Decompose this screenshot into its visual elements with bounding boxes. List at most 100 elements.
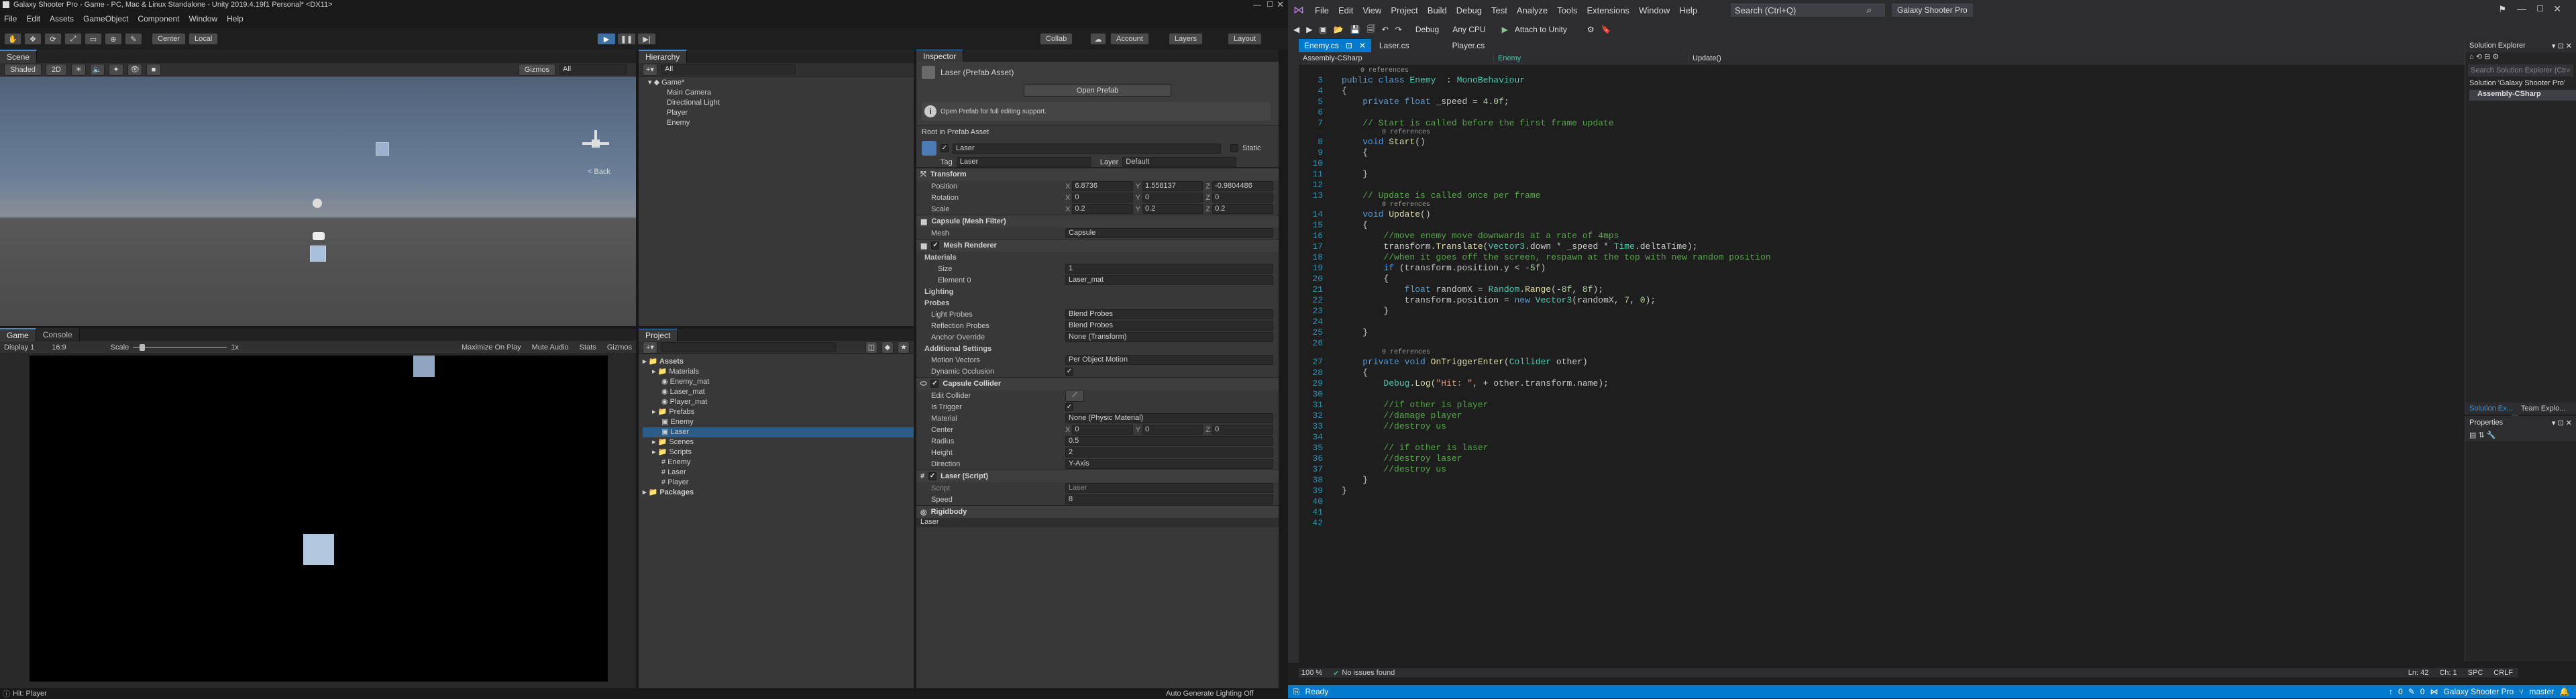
status-branch[interactable]: master [2529, 687, 2554, 696]
code-line[interactable]: 7 // Start is called before the first fr… [1299, 118, 2512, 129]
config-dropdown[interactable]: Debug [1415, 25, 1439, 34]
issues-status[interactable]: No issues found [1342, 669, 1395, 677]
scene-enemy-cube[interactable] [376, 142, 389, 156]
vs-menu-help[interactable]: Help [1679, 5, 1697, 15]
tab-scene[interactable]: Scene [0, 50, 38, 63]
code-line[interactable]: 33 //destroy us [1299, 421, 2512, 432]
notifications-icon[interactable]: 🔔 [2559, 687, 2569, 696]
code-line[interactable]: 41 [1299, 507, 2512, 518]
undo-icon[interactable]: ↶ [1382, 25, 1389, 34]
new-item-icon[interactable]: ▣ [1319, 25, 1326, 34]
is-trigger-checkbox[interactable]: ✓ [1065, 402, 1073, 411]
tab-inspector[interactable]: Inspector [916, 50, 964, 62]
effects-toggle-icon[interactable]: ✦ [109, 63, 123, 76]
code-line[interactable]: 25 } [1299, 327, 2512, 338]
mesh-field[interactable]: Capsule [1065, 228, 1273, 238]
probes-foldout[interactable]: Probes [916, 297, 1279, 309]
object-name-input[interactable]: Laser [953, 143, 1221, 154]
code-line[interactable]: 27 private void OnTriggerEnter(Collider … [1299, 357, 2512, 368]
game-viewport[interactable] [30, 356, 608, 682]
menu-gameobject[interactable]: GameObject [83, 14, 128, 23]
status-warnings-icon[interactable]: ✎ [2408, 687, 2415, 696]
shading-dropdown[interactable]: Shaded [4, 63, 42, 76]
radius-field[interactable]: 0.5 [1065, 436, 1273, 446]
center-y-field[interactable]: 0 [1142, 425, 1203, 435]
code-line[interactable]: 15 { [1299, 220, 2512, 231]
code-line[interactable]: 18 //when it goes off the screen, respaw… [1299, 252, 2512, 263]
project-item[interactable]: # Laser [643, 468, 914, 478]
motion-vectors-dropdown[interactable]: Per Object Motion [1065, 355, 1273, 365]
code-line[interactable]: 4{ [1299, 86, 2512, 97]
status-warnings[interactable]: 0 [2420, 687, 2425, 696]
tab-hierarchy[interactable]: Hierarchy [639, 50, 688, 63]
favorite-icon[interactable]: ★ [898, 341, 910, 354]
code-line[interactable]: 26 [1299, 338, 2512, 349]
code-line[interactable]: 35 // if other is laser [1299, 443, 2512, 453]
gizmos-toggle[interactable]: Gizmos [607, 343, 632, 352]
alphabetical-icon[interactable]: ⇅ [2478, 431, 2484, 439]
codelens-references[interactable]: 0 references [1299, 349, 2512, 357]
active-checkbox[interactable]: ✓ [941, 144, 949, 152]
project-item[interactable]: ▸ 📁 Scenes [643, 437, 914, 447]
project-item[interactable]: ▸ 📁 Prefabs [643, 407, 914, 417]
open-icon[interactable]: 📂 [1334, 25, 1344, 34]
code-line[interactable]: 20 { [1299, 274, 2512, 284]
code-line[interactable]: 5 private float _speed = 4.0f; [1299, 97, 2512, 107]
vs-menu-window[interactable]: Window [1639, 5, 1670, 15]
hierarchy-add-icon[interactable]: +▾ [643, 63, 657, 76]
project-item[interactable]: ◉ Laser_mat [643, 387, 914, 397]
tab-solution-explorer[interactable]: Solution Ex... [2465, 405, 2517, 413]
hidden-objects-icon[interactable]: 👁 [127, 63, 142, 76]
project-search-input[interactable] [661, 342, 836, 352]
lighting-foldout[interactable]: Lighting [916, 286, 1279, 297]
stats-toggle[interactable]: Stats [580, 343, 596, 352]
code-line[interactable]: 19 if (transform.position.y < -5f) [1299, 263, 2512, 274]
tab-project[interactable]: Project [639, 329, 678, 341]
vs-feedback-icon[interactable]: ⚑ [2498, 4, 2506, 15]
edit-collider-icon[interactable]: ⟋ [1065, 389, 1084, 402]
position-y-field[interactable]: 1.558137 [1142, 181, 1203, 191]
display-dropdown[interactable]: Display 1 [4, 343, 34, 352]
close-icon[interactable]: ✕ [1277, 0, 1284, 10]
audio-toggle-icon[interactable]: 🔈 [90, 63, 105, 76]
code-line[interactable]: 24 [1299, 317, 2512, 327]
layout-button[interactable]: Layout [1228, 33, 1263, 45]
account-button[interactable]: Account [1110, 33, 1149, 45]
mesh-filter-header[interactable]: ▦ Capsule (Mesh Filter) [916, 215, 1279, 227]
vs-search-input[interactable]: Search (Ctrl+Q) ⌕ [1731, 3, 1885, 17]
camera-settings-icon[interactable]: ■ [146, 63, 161, 76]
code-line[interactable]: 14 void Update() [1299, 209, 2512, 220]
code-line[interactable]: 36 //destroy laser [1299, 453, 2512, 464]
forward-icon[interactable]: ▶ [1306, 25, 1312, 34]
code-line[interactable]: 13 // Update is called once per frame [1299, 191, 2512, 201]
hierarchy-search-input[interactable]: All [661, 64, 796, 74]
code-line[interactable]: 11 } [1299, 169, 2512, 180]
height-field[interactable]: 2 [1065, 447, 1273, 458]
vs-minimize-icon[interactable]: — [2517, 3, 2526, 14]
code-line[interactable]: 38 } [1299, 475, 2512, 486]
project-item[interactable]: ▸ 📁 Materials [643, 367, 914, 377]
hierarchy-item-main-camera[interactable]: Main Camera [648, 88, 914, 98]
status-errors-icon[interactable]: ↑ [2389, 687, 2393, 696]
hierarchy-scene-row[interactable]: ▾ ◆ Game* [648, 78, 914, 88]
project-item[interactable]: # Player [643, 478, 914, 488]
center-x-field[interactable]: 0 [1072, 425, 1133, 435]
project-node[interactable]: Assembly-CSharp [2469, 90, 2576, 101]
tab-player-cs[interactable]: Player.cs [1444, 39, 1493, 52]
pivot-local-button[interactable]: Local [189, 33, 219, 45]
scene-search-input[interactable]: All [559, 64, 627, 74]
tag-dropdown[interactable]: Laser [956, 157, 1091, 167]
project-item[interactable]: ◉ Enemy_mat [643, 377, 914, 387]
filter-type-icon[interactable]: ◫ [865, 341, 877, 354]
status-message[interactable]: Hit: Player [13, 690, 47, 698]
code-line[interactable]: 34 [1299, 432, 2512, 443]
vs-maximize-icon[interactable]: ☐ [2536, 4, 2544, 13]
gizmos-dropdown[interactable]: Gizmos [518, 63, 555, 76]
project-add-icon[interactable]: +▾ [643, 341, 657, 354]
project-item[interactable]: ◉ Player_mat [643, 397, 914, 407]
code-line[interactable]: 12 [1299, 180, 2512, 191]
solution-search-input[interactable]: Search Solution Explorer (Ctrl+;) ⌕ [2468, 64, 2573, 76]
maximize-on-play-toggle[interactable]: Maximize On Play [462, 343, 521, 352]
rotation-y-field[interactable]: 0 [1142, 193, 1203, 203]
lighting-toggle-icon[interactable]: ☀ [71, 63, 86, 76]
